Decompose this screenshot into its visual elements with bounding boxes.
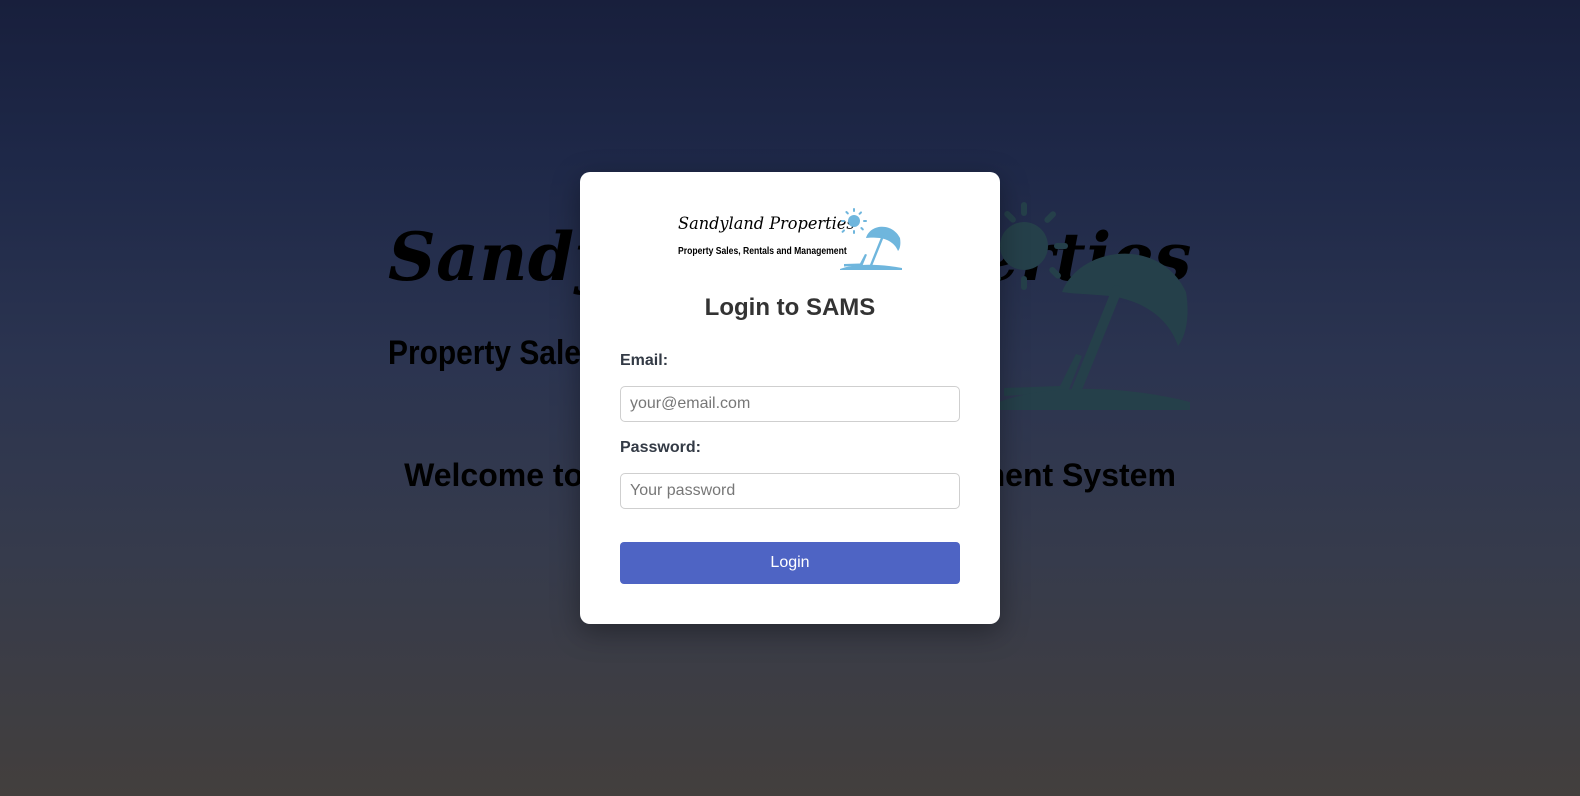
login-button[interactable]: Login xyxy=(620,542,960,584)
background-sun-umbrella-icon xyxy=(990,202,1190,410)
logo-subtitle: Property Sales, Rentals and Management xyxy=(678,246,847,257)
password-input[interactable] xyxy=(620,473,960,509)
login-modal: Sandyland Properties Property Sales, Ren… xyxy=(580,172,1000,624)
email-label: Email: xyxy=(620,352,669,369)
login-title: Login to SAMS xyxy=(704,294,876,321)
password-label: Password: xyxy=(620,439,701,456)
logo-title: Sandyland Properties xyxy=(678,214,855,234)
sun-umbrella-icon xyxy=(840,208,902,270)
email-input[interactable] xyxy=(620,386,960,422)
company-logo: Sandyland Properties Property Sales, Ren… xyxy=(678,208,902,272)
